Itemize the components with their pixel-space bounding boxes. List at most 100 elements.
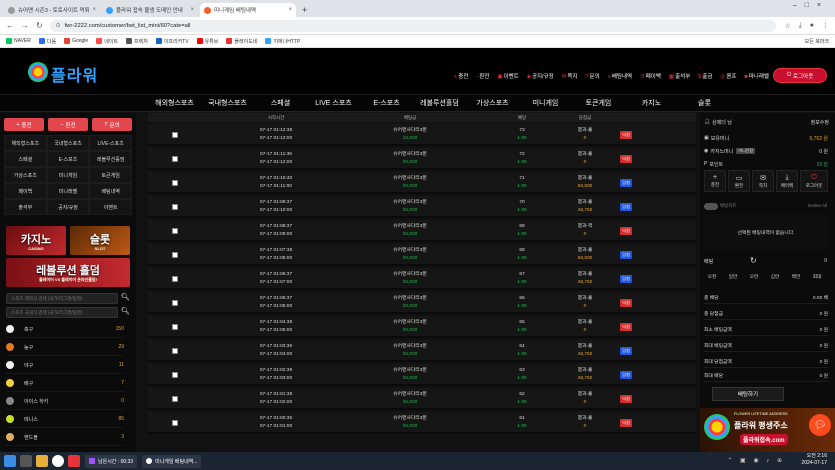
amount-tab[interactable]: 일만 xyxy=(723,274,743,280)
bookmark-star-icon[interactable]: ☆ xyxy=(784,22,790,30)
place-bet-button[interactable]: 배팅하기 xyxy=(712,387,784,401)
deposit-button[interactable]: + 충전 xyxy=(4,118,44,131)
bookmark-item[interactable]: Google xyxy=(64,38,88,44)
bookmark-item[interactable]: 플레이도네 xyxy=(226,38,257,45)
message-action-button[interactable]: ✉ 쪽지 xyxy=(752,170,774,192)
system-tray[interactable]: ⌃ ▣ ◉ ♪ ⊕ xyxy=(727,457,785,464)
row-checkbox[interactable] xyxy=(172,156,178,162)
slot-banner[interactable]: 슬롯 SLOT xyxy=(70,226,130,255)
topnav-item[interactable]: ◎콤프 xyxy=(720,72,736,80)
mainnav-item[interactable]: 가상스포츠 xyxy=(466,98,519,108)
mainnav-item[interactable]: LIVE 스포츠 xyxy=(307,98,360,108)
sport-item-baseball[interactable]: 야구 11 xyxy=(6,357,124,374)
mainnav-item[interactable]: E-스포츠 xyxy=(360,98,413,108)
category-item[interactable]: 미니게임 xyxy=(46,167,90,183)
file-explorer-icon[interactable] xyxy=(36,455,48,467)
mainnav-item[interactable]: 슬롯 xyxy=(678,98,731,108)
row-checkbox[interactable] xyxy=(172,276,178,282)
taskbar-window-active[interactable]: 미니게임 배팅내역... xyxy=(142,454,202,468)
category-item[interactable]: 페이백 xyxy=(4,183,47,199)
holdem-banner[interactable]: 레볼루션 홀덤 플레이어 VS 플레이어 온라인홀덤! xyxy=(6,258,130,287)
category-item[interactable]: E-스포츠 xyxy=(46,151,90,167)
inquiry-button[interactable]: ? 문의 xyxy=(92,118,132,131)
sport-item-basketball[interactable]: 농구 29 xyxy=(6,339,124,356)
mainnav-item[interactable]: 스페셜 xyxy=(254,98,307,108)
close-icon[interactable]: × xyxy=(92,7,96,13)
bookmark-item[interactable]: 네이트 xyxy=(96,38,118,45)
search-icon[interactable]: 🔍︎ xyxy=(121,307,130,315)
row-checkbox[interactable] xyxy=(172,228,178,234)
all-bookmarks-button[interactable]: 모든 북마크 xyxy=(805,38,829,45)
app-icon[interactable] xyxy=(68,455,80,467)
mainnav-item[interactable]: 미니게임 xyxy=(519,98,572,108)
cart-toggle[interactable] xyxy=(704,203,718,210)
amount-tab[interactable]: 백만 xyxy=(786,274,806,280)
row-checkbox[interactable] xyxy=(172,420,178,426)
download-icon[interactable]: ⤓ xyxy=(799,22,802,30)
topnav-item[interactable]: -환전 xyxy=(476,72,489,80)
taskbar-window[interactable]: 남은시간 : 00:33 xyxy=(85,454,138,468)
category-item[interactable]: 스페셜 xyxy=(4,151,47,167)
forward-icon[interactable]: → xyxy=(21,21,29,30)
close-icon[interactable]: × xyxy=(190,7,194,13)
payback-action-button[interactable]: ⤓ 페이백 xyxy=(776,170,798,192)
bookmark-item[interactable]: 지애나HTTP xyxy=(265,38,300,45)
topnav-item[interactable]: ?문의 xyxy=(585,72,599,80)
withdraw-action-button[interactable]: ▭ 환전 xyxy=(728,170,750,192)
sport-item-icehockey[interactable]: 아이스 하키 0 xyxy=(6,393,124,410)
amount-tab[interactable]: 오만 xyxy=(744,274,764,280)
bookmark-item[interactable]: 프렉처 xyxy=(126,38,148,45)
row-checkbox[interactable] xyxy=(172,396,178,402)
category-item[interactable]: 공지/규정 xyxy=(46,199,90,215)
topnav-item[interactable]: ▣이벤트 xyxy=(497,72,518,80)
logout-button[interactable]: ⏻ 로그아웃 xyxy=(773,68,827,83)
row-checkbox[interactable] xyxy=(172,204,178,210)
new-tab-icon[interactable]: + xyxy=(302,3,307,17)
delete-all-button[interactable]: Delete All xyxy=(808,203,827,208)
money-convert-button[interactable]: 머니전환 xyxy=(736,148,756,154)
site-info-icon[interactable]: ⊙ xyxy=(56,23,61,29)
reload-icon[interactable]: ↻ xyxy=(36,21,43,30)
topnav-item[interactable]: +충전 xyxy=(454,72,468,80)
bookmark-item[interactable]: 이프리카TV xyxy=(155,38,189,45)
category-item[interactable]: 해외형스포츠 xyxy=(4,135,47,151)
row-checkbox[interactable] xyxy=(172,180,178,186)
bookmark-item[interactable]: 다음 xyxy=(38,38,56,45)
clock[interactable]: 오전 2:16 2024-07-17 xyxy=(801,453,827,467)
sport-item-volleyball[interactable]: 배구 7 xyxy=(6,375,124,392)
logout-action-button[interactable]: ⏻ 로그아웃 xyxy=(800,170,828,192)
row-checkbox[interactable] xyxy=(172,252,178,258)
amount-tab[interactable]: 오천 xyxy=(702,274,722,280)
back-icon[interactable]: ← xyxy=(6,21,14,30)
mainnav-item[interactable]: 레볼루션홀덤 xyxy=(413,98,466,108)
profile-icon[interactable]: ● xyxy=(810,22,814,29)
amount-tab[interactable]: 최대 xyxy=(807,274,827,280)
browser-tab-active[interactable]: 미니게임 배팅내역 × xyxy=(200,3,296,17)
category-item[interactable]: 배팅내역 xyxy=(89,183,132,199)
url-input[interactable]: ⊙ fwr-2222.com/customer/bet_list_mini/60?… xyxy=(49,19,777,32)
category-item[interactable]: 가상스포츠 xyxy=(4,167,47,183)
topnav-item[interactable]: $출금 xyxy=(698,72,712,80)
charge-action-button[interactable]: + 충전 xyxy=(704,170,726,192)
search-icon[interactable]: 🔍︎ xyxy=(121,293,130,301)
sport-item-soccer[interactable]: 축구 150 xyxy=(6,321,124,338)
topnav-item[interactable]: ↺페이백 xyxy=(640,72,661,80)
refresh-icon[interactable]: ↻ xyxy=(750,256,757,265)
row-checkbox[interactable] xyxy=(172,324,178,330)
menu-icon[interactable]: ⋮ xyxy=(822,22,829,30)
window-controls[interactable]: –□× xyxy=(793,2,829,9)
windows-start-icon[interactable] xyxy=(4,455,16,467)
mainnav-item[interactable]: 카지노 xyxy=(625,98,678,108)
mainnav-item[interactable]: 해외형스포츠 xyxy=(148,98,201,108)
mainnav-item[interactable]: 토큰게임 xyxy=(572,98,625,108)
site-logo[interactable]: 플라워 xyxy=(51,62,98,86)
casino-banner[interactable]: 카지노 CASINO xyxy=(6,226,66,255)
row-checkbox[interactable] xyxy=(172,372,178,378)
category-item[interactable]: 이벤트 xyxy=(89,199,132,215)
topnav-item[interactable]: ■마니래벨 xyxy=(744,72,769,80)
category-item[interactable]: 토큰게임 xyxy=(89,167,132,183)
browser-tab[interactable]: 슈어맨 시즌3 - 토토사이트 먹튀 × xyxy=(4,3,100,17)
edit-profile-link[interactable]: 정보수정 xyxy=(811,119,829,126)
category-item[interactable]: 출석부 xyxy=(4,199,47,215)
flower-logo-icon[interactable] xyxy=(28,62,48,82)
